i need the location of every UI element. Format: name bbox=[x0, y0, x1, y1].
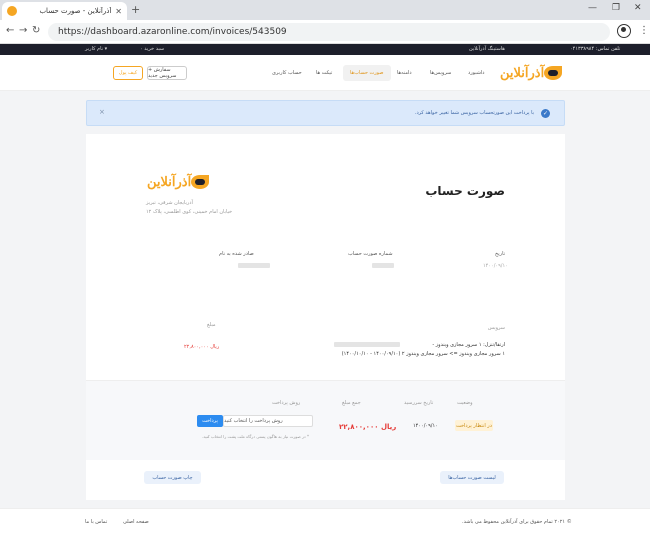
url-text: https://dashboard.azaronline.com/invoice… bbox=[58, 27, 287, 37]
total-label: جمع مبلغ bbox=[342, 400, 361, 406]
url-input[interactable]: https://dashboard.azaronline.com/invoice… bbox=[48, 23, 610, 41]
payment-summary bbox=[86, 380, 565, 460]
new-tab-icon[interactable]: + bbox=[131, 3, 140, 16]
payment-note: * در صورت نیاز به هاگون پستی درگاه ملت پ… bbox=[202, 434, 309, 439]
site-footer: © ۲۰۲۱ تمام حقوق برای آذرآنلاین محفوظ می… bbox=[0, 508, 650, 534]
total-amount: ۲۲,۸۰۰,۰۰۰ ریال bbox=[339, 423, 397, 431]
window-close-icon[interactable]: ✕ bbox=[634, 3, 642, 13]
item-description-line1: ارتقا/تنزل: ۱ سرور مجازی ویندوز - bbox=[432, 342, 505, 348]
nav-tickets[interactable]: تیکت ها bbox=[316, 70, 332, 76]
payment-method-select[interactable]: روش پرداخت را انتخاب کنید bbox=[223, 415, 313, 427]
browser-tab[interactable]: آذرآنلاین - صورت حساب ✕ bbox=[2, 2, 127, 20]
print-invoice-button[interactable]: چاپ صورت حساب bbox=[144, 471, 201, 484]
browser-tab-bar: آذرآنلاین - صورت حساب ✕ + — ❐ ✕ bbox=[0, 0, 650, 20]
alert-text: با پرداخت این صورتحساب سرویس شما تغییر خ… bbox=[414, 110, 534, 116]
date-value: ۱۴۰۰/۰۹/۱۰ bbox=[483, 263, 508, 269]
info-alert: ✓ با پرداخت این صورتحساب سرویس شما تغییر… bbox=[86, 100, 565, 126]
due-date-value: ۱۴۰۰/۰۹/۱۰ bbox=[413, 423, 438, 429]
item-description-redacted bbox=[334, 342, 400, 347]
address-bar: ← → ↻ https://dashboard.azaronline.com/i… bbox=[0, 20, 650, 44]
favicon-icon bbox=[7, 6, 17, 16]
footer-home-link[interactable]: صفحه اصلی bbox=[123, 519, 149, 525]
cart-link[interactable]: سبد خرید ۰ bbox=[140, 46, 164, 52]
footer-contact-link[interactable]: تماس با ما bbox=[85, 519, 107, 525]
invoice-logo-mark-icon bbox=[191, 175, 210, 189]
restore-icon[interactable]: ❐ bbox=[612, 3, 620, 13]
nav-domains[interactable]: دامنه‌ها bbox=[397, 70, 412, 76]
profile-icon[interactable] bbox=[617, 24, 631, 38]
nav-account[interactable]: حساب کاربری bbox=[272, 70, 302, 76]
invoice-number-label: شماره صورت حساب bbox=[348, 251, 393, 257]
issued-to-label: صادر شده به نام bbox=[219, 251, 254, 257]
site-logo[interactable]: آذرآنلاین bbox=[497, 64, 567, 82]
site-header: آذرآنلاین داشبورد سرویس‌ها دامنه‌ها صورت… bbox=[0, 55, 650, 91]
copyright-text: © ۲۰۲۱ تمام حقوق برای آذرآنلاین محفوظ می… bbox=[462, 519, 572, 525]
invoice-title: صورت حساب bbox=[425, 184, 505, 198]
pay-button[interactable]: پرداخت bbox=[197, 415, 223, 427]
logo-text: آذرآنلاین bbox=[500, 65, 545, 81]
company-address: خیابان امام خمینی، کوی اطلسی، پلاک ۱۲ bbox=[146, 209, 233, 215]
invoice-number-redacted bbox=[372, 263, 394, 268]
reload-icon[interactable]: ↻ bbox=[32, 25, 40, 36]
forward-icon[interactable]: → bbox=[19, 25, 27, 36]
service-column-label: سرویس bbox=[487, 325, 505, 331]
logo-mark-icon bbox=[544, 66, 563, 80]
invoice-list-label: لیست صورت حساب‌ها bbox=[448, 474, 496, 481]
alert-close-icon[interactable]: × bbox=[99, 108, 105, 116]
item-description-line2: ۱ سرور مجازی ویندوز => سرور مجازی ویندوز… bbox=[341, 351, 505, 357]
item-amount: ۲۲,۸۰۰,۰۰۰ ریال bbox=[184, 344, 220, 350]
phone-text: تلفن تماس: ۰۴۱۳۳۸۹۸۴ bbox=[570, 46, 621, 52]
back-icon[interactable]: ← bbox=[6, 25, 14, 36]
status-badge: در انتظار پرداخت bbox=[455, 420, 493, 431]
issued-to-redacted bbox=[238, 263, 270, 268]
tab-title: آذرآنلاین - صورت حساب bbox=[39, 7, 112, 15]
wallet-button[interactable]: کیف پول bbox=[113, 66, 143, 80]
invoice-logo: آذرآنلاین bbox=[144, 172, 214, 192]
check-icon: ✓ bbox=[541, 109, 550, 118]
nav-dashboard[interactable]: داشبورد bbox=[468, 70, 485, 76]
invoice-logo-text: آذرآنلاین bbox=[147, 174, 192, 190]
payment-method-label: روش پرداخت bbox=[272, 400, 301, 406]
print-invoice-label: چاپ صورت حساب bbox=[152, 474, 193, 481]
date-label: تاریخ bbox=[495, 251, 505, 257]
payment-method-selected: روش پرداخت را انتخاب کنید bbox=[224, 418, 283, 424]
minimize-icon[interactable]: — bbox=[588, 3, 597, 13]
status-label: وضعیت bbox=[457, 400, 473, 406]
invoice-list-button[interactable]: لیست صورت حساب‌ها bbox=[440, 471, 504, 484]
nav-services[interactable]: سرویس‌ها bbox=[430, 70, 451, 76]
amount-column-label: مبلغ bbox=[207, 322, 216, 328]
invoice-card: آذرآنلاین صورت حساب آذربایجان شرقی، تبری… bbox=[86, 134, 565, 500]
order-service-button[interactable]: + سفارش سرویس جدید bbox=[147, 66, 187, 80]
user-menu[interactable]: نام کاربر ▾ bbox=[85, 46, 107, 52]
tab-close-icon[interactable]: ✕ bbox=[115, 7, 122, 16]
company-name: آذربایجان شرقی، تبریز bbox=[146, 200, 193, 206]
nav-invoices[interactable]: صورت حساب‌ها bbox=[350, 70, 383, 76]
hosting-link[interactable]: هاستینگ آذرآنلاین bbox=[469, 46, 505, 52]
due-date-label: تاریخ سررسید bbox=[404, 400, 434, 406]
browser-menu-icon[interactable]: ⋮ bbox=[639, 25, 649, 36]
site-topbar: نام کاربر ▾ سبد خرید ۰ هاستینگ آذرآنلاین… bbox=[0, 44, 650, 55]
